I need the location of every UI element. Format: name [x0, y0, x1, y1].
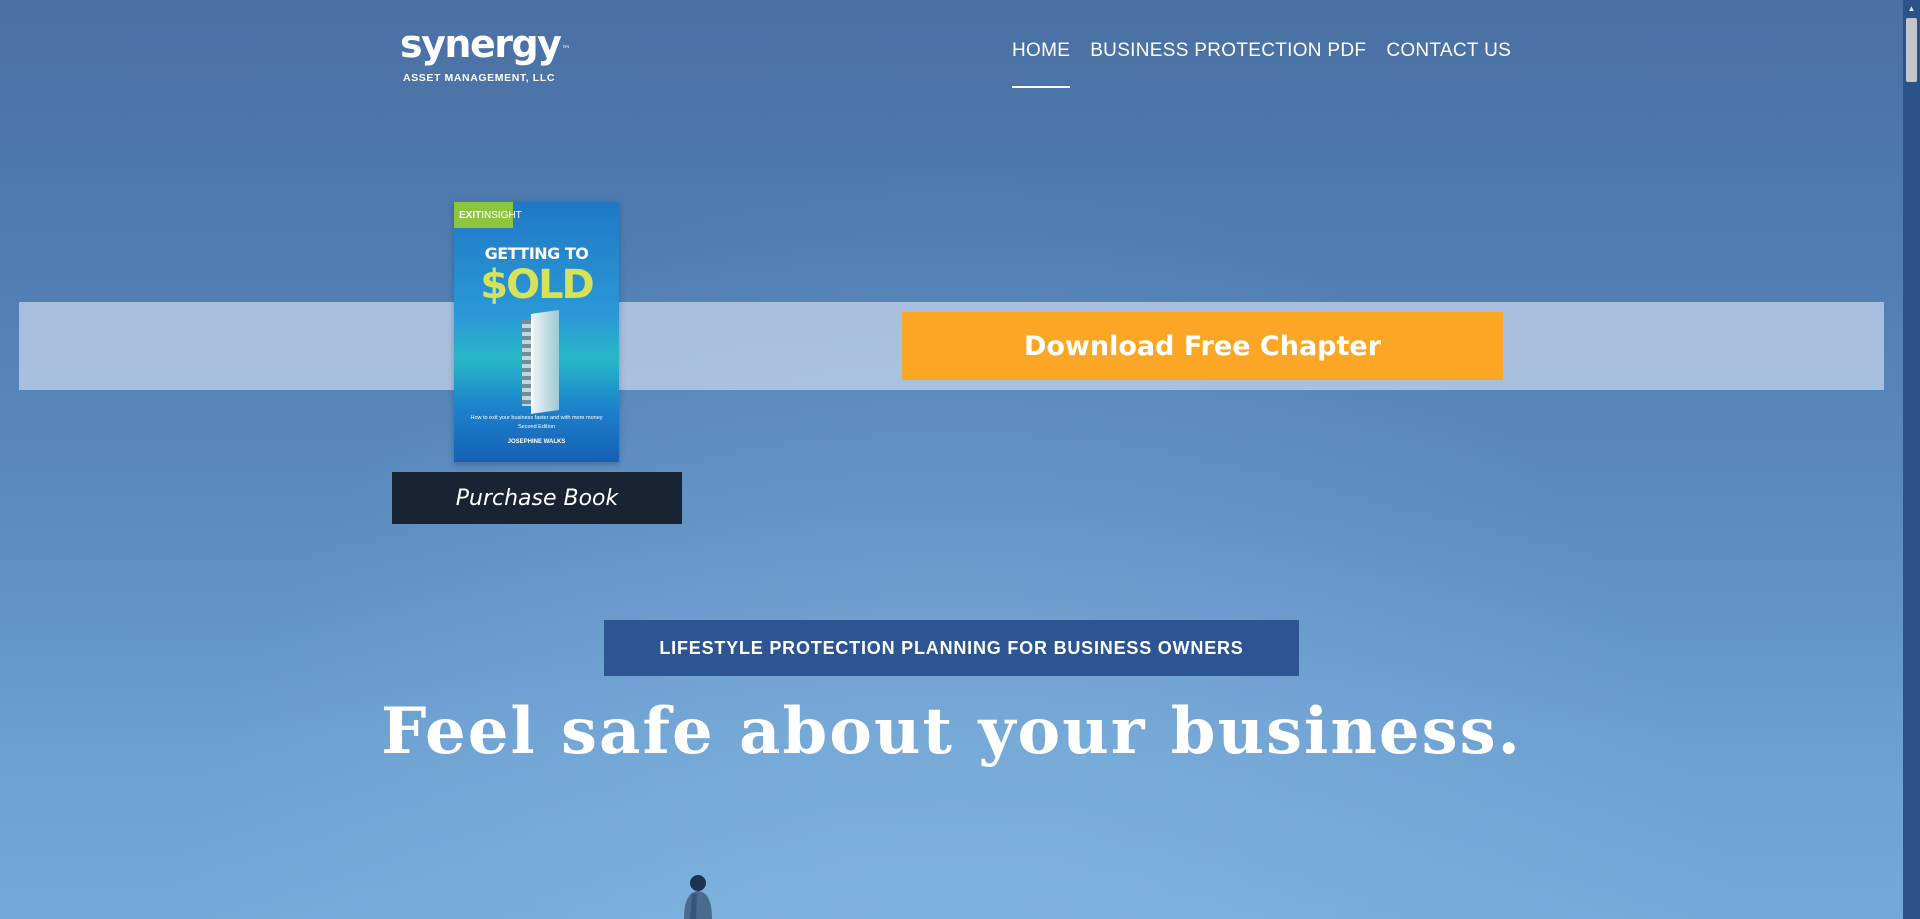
- book-title-line2: $OLD: [480, 262, 595, 308]
- book-edition: Second Edition: [518, 424, 555, 430]
- tagline-badge: LIFESTYLE PROTECTION PLANNING FOR BUSINE…: [604, 620, 1299, 676]
- book-subtitle-text: How to exit your business faster and wit…: [470, 415, 603, 421]
- nav-home[interactable]: HOME: [1012, 40, 1071, 88]
- logo-wordmark: synergy ™: [400, 22, 570, 70]
- main-nav: HOME BUSINESS PROTECTION PDF CONTACT US: [1012, 40, 1511, 88]
- download-free-chapter-button[interactable]: Download Free Chapter: [902, 312, 1503, 380]
- book-author: JOSEPHINE WALKS: [507, 439, 566, 445]
- book-tag-rest: INSIGHT: [481, 209, 522, 221]
- door-icon: [531, 310, 559, 414]
- logo-subtitle: ASSET MANAGEMENT, LLC: [403, 72, 556, 84]
- page-scrollbar[interactable]: ▲: [1903, 0, 1920, 919]
- book-series-tag: EXIT INSIGHT: [454, 202, 522, 228]
- synergy-logo[interactable]: synergy ™ ASSET MANAGEMENT, LLC: [400, 22, 570, 84]
- scroll-up-arrow-icon[interactable]: ▲: [1903, 0, 1920, 17]
- nav-business-protection-pdf[interactable]: BUSINESS PROTECTION PDF: [1090, 40, 1366, 62]
- nav-contact-us[interactable]: CONTACT US: [1386, 40, 1511, 62]
- person-silhouette: [684, 875, 712, 919]
- book-cover-image[interactable]: EXIT INSIGHT GETTING TO $OLD How to exit …: [454, 202, 619, 462]
- book-title-line1: GETTING TO: [484, 244, 589, 263]
- scrollbar-thumb[interactable]: [1906, 18, 1917, 82]
- logo-word-text: synergy: [400, 22, 562, 66]
- book-subtitle: How to exit your business faster and wit…: [454, 414, 619, 432]
- book-tag-bold: EXIT: [459, 209, 482, 221]
- hero-headline: Feel safe about your business.: [381, 694, 1522, 769]
- purchase-book-button[interactable]: Purchase Book: [392, 472, 682, 524]
- sky-background: [0, 0, 1903, 919]
- logo-trademark: ™: [561, 45, 570, 55]
